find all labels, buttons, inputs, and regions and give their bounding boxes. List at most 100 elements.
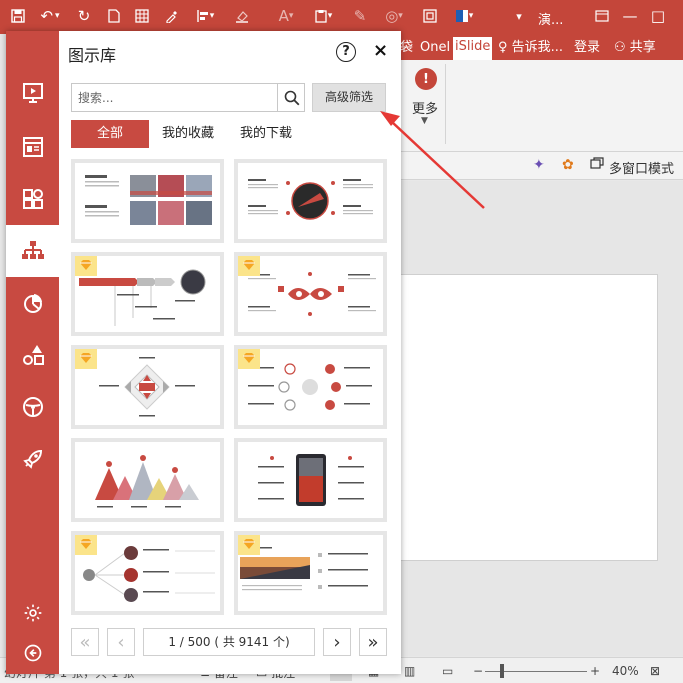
- prev-page-button[interactable]: ‹: [107, 628, 135, 656]
- sidebar-item-diagrams[interactable]: [6, 225, 59, 277]
- diagram-thumbnail: [248, 179, 373, 220]
- paste-icon[interactable]: ▾: [310, 6, 336, 26]
- zoom-level[interactable]: 40%: [612, 664, 639, 678]
- sidebar-item-shapes[interactable]: [6, 173, 59, 225]
- pagination: « ‹ 1 / 500 ( 共 9141 个) › »: [71, 628, 387, 656]
- help-button[interactable]: ?: [336, 42, 356, 62]
- diagram-card[interactable]: [234, 438, 387, 522]
- sidebar-item-slides[interactable]: [6, 67, 59, 119]
- vip-badge-icon: [238, 349, 260, 369]
- sidebar-item-layouts[interactable]: [6, 121, 59, 173]
- advanced-filter-button[interactable]: 高级筛选: [312, 83, 386, 112]
- slideshow-icon[interactable]: ▭: [442, 664, 453, 678]
- chevron-down-icon: ▼: [421, 116, 428, 126]
- undo-icon[interactable]: ↶ ▾: [36, 6, 64, 26]
- search-input[interactable]: [72, 84, 272, 111]
- tab-partial[interactable]: 袋: [400, 38, 413, 58]
- fill-icon[interactable]: [230, 6, 254, 26]
- search-icon: [284, 90, 299, 105]
- diagram-card[interactable]: [234, 159, 387, 243]
- close-button[interactable]: ×: [373, 40, 388, 61]
- eyedropper-icon[interactable]: [162, 6, 182, 26]
- qat-more-icon[interactable]: ▾: [512, 6, 526, 26]
- diagram-card[interactable]: [234, 531, 387, 615]
- tell-me-search[interactable]: ♀ 告诉我...: [498, 38, 563, 58]
- diagram-card[interactable]: [71, 159, 224, 243]
- settings-icon: [24, 604, 41, 622]
- title-bar: ↶ ▾ ↻ ▾ A ▾ ▾ ✎ ◎ ▾ ▾ ▾ 演... — □: [0, 0, 683, 34]
- vip-badge-icon: [238, 256, 260, 276]
- maximize-button[interactable]: □: [646, 4, 670, 28]
- diagram-thumbnail: [258, 454, 364, 506]
- brush-icon[interactable]: ✎: [350, 6, 370, 26]
- sidebar-settings-button[interactable]: [6, 593, 59, 633]
- login-link[interactable]: 登录: [574, 38, 600, 58]
- diagram-icon: [21, 241, 44, 259]
- tab-all[interactable]: 全部: [71, 120, 149, 148]
- magic-wand-icon[interactable]: ✦: [533, 157, 545, 173]
- next-page-button[interactable]: ›: [323, 628, 351, 656]
- tab-onenote[interactable]: Onel: [420, 38, 450, 58]
- diagram-card[interactable]: [234, 345, 387, 429]
- rocket-icon: [22, 449, 42, 469]
- first-page-button[interactable]: «: [71, 628, 99, 656]
- reading-view-icon[interactable]: ▥: [404, 664, 415, 678]
- search-box: [71, 83, 305, 112]
- sidebar-item-elements[interactable]: [6, 329, 59, 381]
- back-icon: [24, 644, 41, 662]
- font-color-icon[interactable]: A ▾: [276, 6, 296, 26]
- save-icon[interactable]: [8, 6, 28, 26]
- sidebar-item-rocket[interactable]: [6, 433, 59, 485]
- new-file-icon[interactable]: [104, 6, 124, 26]
- vip-badge-icon: [238, 535, 260, 555]
- panel-sidebar: [6, 31, 59, 674]
- redo-icon[interactable]: ↻: [74, 6, 94, 26]
- tab-downloads[interactable]: 我的下载: [235, 120, 297, 148]
- diagram-card[interactable]: [71, 252, 224, 336]
- diagram-card[interactable]: [71, 531, 224, 615]
- color-swatch-icon[interactable]: ▾: [450, 6, 478, 26]
- align-icon[interactable]: ▾: [192, 6, 218, 26]
- more-label: 更多: [412, 102, 439, 117]
- panel-main: 图示库 ? × 高级筛选 全部 我的收藏 我的下载: [59, 31, 401, 674]
- vip-badge-icon: [75, 349, 97, 369]
- zoom-in-button[interactable]: +: [590, 664, 600, 678]
- tell-me-label: 告诉我...: [511, 40, 564, 55]
- sidebar-item-charts[interactable]: [6, 277, 59, 329]
- slide[interactable]: [400, 274, 658, 561]
- crop-icon[interactable]: [420, 6, 440, 26]
- share-button[interactable]: ⚇ 共享: [614, 38, 656, 58]
- zoom-slider-thumb[interactable]: [500, 664, 504, 678]
- shapes-icon: [22, 189, 43, 209]
- sidebar-back-button[interactable]: [6, 633, 59, 673]
- library-icon: [22, 397, 43, 417]
- diagram-card[interactable]: [234, 252, 387, 336]
- page-info: 1 / 500 ( 共 9141 个): [143, 628, 315, 656]
- zoom-out-button[interactable]: −: [473, 664, 483, 678]
- diagram-thumbnail: [85, 175, 212, 225]
- multi-window-icon[interactable]: [590, 157, 604, 173]
- fit-slide-icon[interactable]: ⊠: [650, 664, 660, 678]
- last-page-button[interactable]: »: [359, 628, 387, 656]
- minimize-button[interactable]: —: [618, 4, 642, 28]
- window-title: 演...: [538, 13, 564, 28]
- ribbon-divider: [445, 64, 446, 144]
- multi-window-label[interactable]: 多窗口模式: [609, 158, 674, 177]
- tab-islide[interactable]: iSlide: [453, 37, 493, 60]
- sidebar-item-library[interactable]: [6, 381, 59, 433]
- tab-favorites[interactable]: 我的收藏: [157, 120, 219, 148]
- ribbon-tab-row: 袋 Onel iSlide ♀ 告诉我... 登录 ⚇ 共享: [400, 34, 683, 60]
- search-button[interactable]: [277, 84, 305, 111]
- diagram-card[interactable]: [71, 345, 224, 429]
- more-icon: !: [415, 68, 437, 90]
- ribbon-display-icon[interactable]: [590, 4, 614, 28]
- person-add-icon: ⚇: [614, 40, 626, 55]
- settings-gear-icon[interactable]: ✿: [562, 157, 574, 173]
- diagram-card[interactable]: [71, 438, 224, 522]
- shapes-format-icon[interactable]: ◎ ▾: [380, 6, 408, 26]
- table-icon[interactable]: [132, 6, 152, 26]
- layout-icon: [22, 137, 43, 157]
- icon-library-panel: 图示库 ? × 高级筛选 全部 我的收藏 我的下载: [6, 31, 401, 674]
- diagram-grid: [71, 159, 387, 621]
- panel-title: 图示库: [68, 46, 117, 65]
